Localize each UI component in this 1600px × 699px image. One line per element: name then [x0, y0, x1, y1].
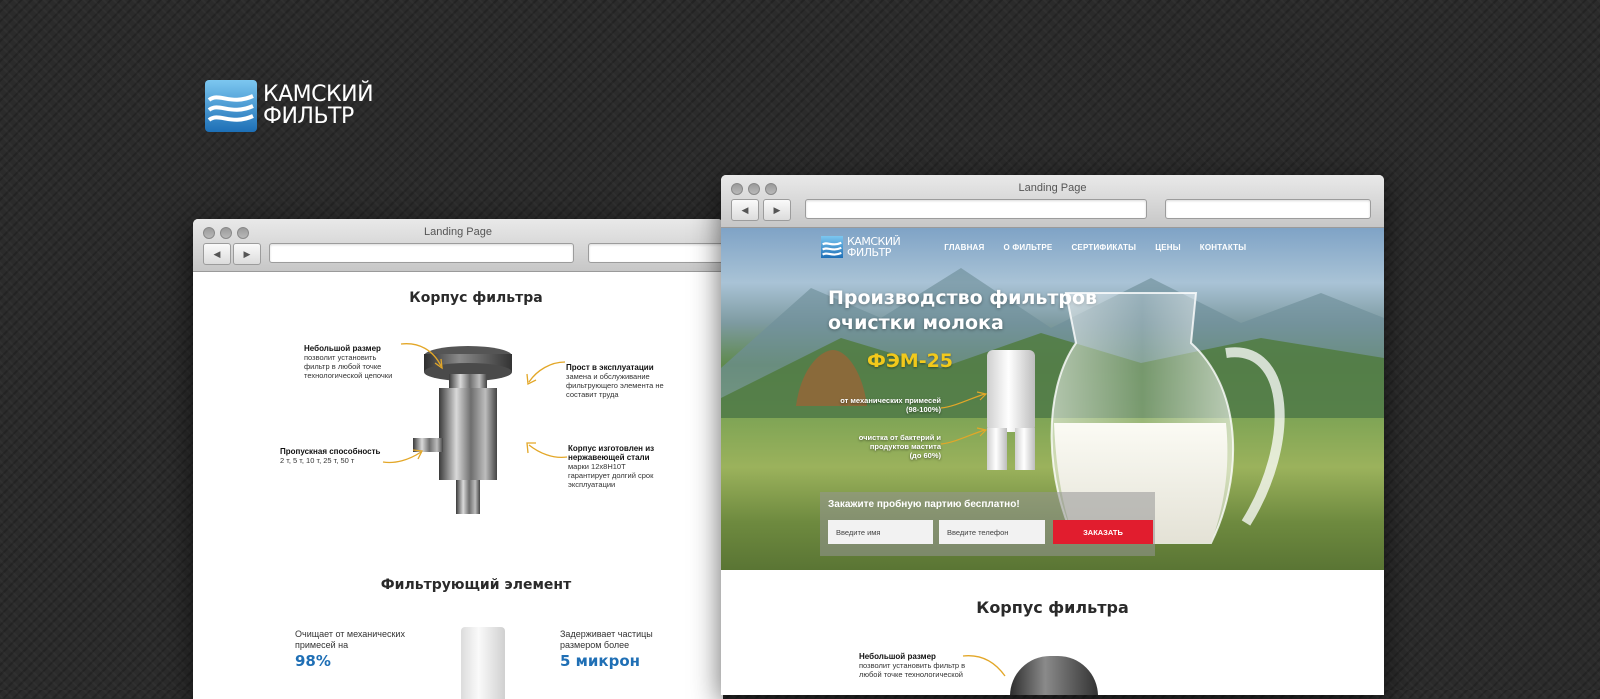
arrow-icon: [400, 343, 443, 370]
arrow-icon: [526, 361, 566, 386]
annotation-throughput: Пропускная способность 2 т, 5 т, 10 т, 2…: [280, 447, 381, 465]
address-bar[interactable]: [269, 243, 574, 263]
product-name: ФЭМ-25: [867, 350, 954, 372]
arrow-right-icon: ▶: [243, 249, 251, 259]
menu-item-about[interactable]: О ФИЛЬТРЕ: [1004, 243, 1053, 252]
order-form-title: Закажите пробную партию бесплатно!: [828, 499, 1020, 510]
waves-logo-icon: [821, 236, 843, 258]
back-button[interactable]: ◀: [203, 243, 231, 265]
hero-section: КАМСКИЙ ФИЛЬТР ГЛАВНАЯ О ФИЛЬТРЕ СЕРТИФИ…: [721, 228, 1384, 570]
arrow-left-icon: ◀: [741, 205, 749, 215]
brand-name: КАМСКИЙ ФИЛЬТР: [263, 82, 374, 129]
menu-item-prices[interactable]: ЦЕНЫ: [1155, 243, 1181, 252]
site-header: КАМСКИЙ ФИЛЬТР ГЛАВНАЯ О ФИЛЬТРЕ СЕРТИФИ…: [821, 236, 1246, 258]
page-content: Корпус фильтра Небольшой размер позволит…: [193, 272, 723, 699]
annotation-ease: Прост в эксплуатации замена и обслуживан…: [566, 363, 664, 399]
window-titlebar: Landing Page ◀ ▶: [193, 219, 723, 272]
search-bar[interactable]: [588, 243, 723, 263]
phone-input[interactable]: [939, 520, 1045, 544]
forward-button[interactable]: ▶: [233, 243, 261, 265]
window-title: Landing Page: [424, 226, 492, 238]
feature-mechanical: от механических примесей (98-100%): [840, 396, 941, 414]
search-bar[interactable]: [1165, 199, 1371, 219]
section-title-body: Корпус фильтра: [409, 290, 543, 306]
stat-mechanical-value: 98%: [295, 652, 331, 670]
stat-mechanical-label: Очищает от механических примесей на: [295, 629, 405, 650]
stat-particle-label: Задерживает частицы размером более: [560, 629, 653, 650]
window-titlebar: Landing Page ◀ ▶: [721, 175, 1384, 228]
page-content: Корпус фильтра Небольшой размер позволит…: [721, 570, 1384, 695]
arrow-icon: [940, 391, 988, 409]
section-title-element: Фильтрующий элемент: [380, 577, 572, 593]
arrow-icon: [382, 449, 423, 464]
arrow-icon: [940, 427, 988, 445]
menu-item-contacts[interactable]: КОНТАКТЫ: [1200, 243, 1246, 252]
back-browser-window: Landing Page ◀ ▶ Корпус фильтра Небольшо…: [193, 219, 723, 699]
section-title-body: Корпус фильтра: [976, 598, 1129, 617]
forward-button[interactable]: ▶: [763, 199, 791, 221]
order-button[interactable]: ЗАКАЗАТЬ: [1053, 520, 1153, 544]
filter-housing-image: [1010, 656, 1098, 695]
arrow-icon: [526, 442, 568, 459]
window-title: Landing Page: [1018, 182, 1087, 194]
arrow-icon: [962, 655, 1006, 677]
menu-item-certificates[interactable]: СЕРТИФИКАТЫ: [1071, 243, 1136, 252]
name-input[interactable]: [828, 520, 933, 544]
back-button[interactable]: ◀: [731, 199, 759, 221]
front-browser-window: Landing Page ◀ ▶ КАМСКИЙ ФИЛЬТР ГЛАВНАЯ …: [721, 175, 1384, 695]
brand-logo: КАМСКИЙ ФИЛЬТР: [205, 80, 374, 132]
arrow-right-icon: ▶: [773, 205, 781, 215]
annotation-size: Небольшой размер позволит установить фил…: [859, 652, 966, 679]
waves-logo-icon: [205, 80, 257, 132]
site-logo[interactable]: КАМСКИЙ ФИЛЬТР: [821, 236, 901, 258]
annotation-size: Небольшой размер позволит установить фил…: [304, 344, 393, 380]
order-form: Закажите пробную партию бесплатно! ЗАКАЗ…: [820, 492, 1155, 556]
stat-particle-value: 5 микрон: [560, 652, 641, 670]
feature-bacteria: очистка от бактерий и продуктов мастита …: [858, 433, 941, 460]
filter-element-image: [461, 627, 505, 699]
address-bar[interactable]: [805, 199, 1147, 219]
arrow-left-icon: ◀: [213, 249, 221, 259]
menu-item-home[interactable]: ГЛАВНАЯ: [944, 243, 984, 252]
annotation-steel: Корпус изготовлен из нержавеющей стали м…: [568, 444, 655, 489]
main-menu: ГЛАВНАЯ О ФИЛЬТРЕ СЕРТИФИКАТЫ ЦЕНЫ КОНТА…: [944, 243, 1246, 252]
